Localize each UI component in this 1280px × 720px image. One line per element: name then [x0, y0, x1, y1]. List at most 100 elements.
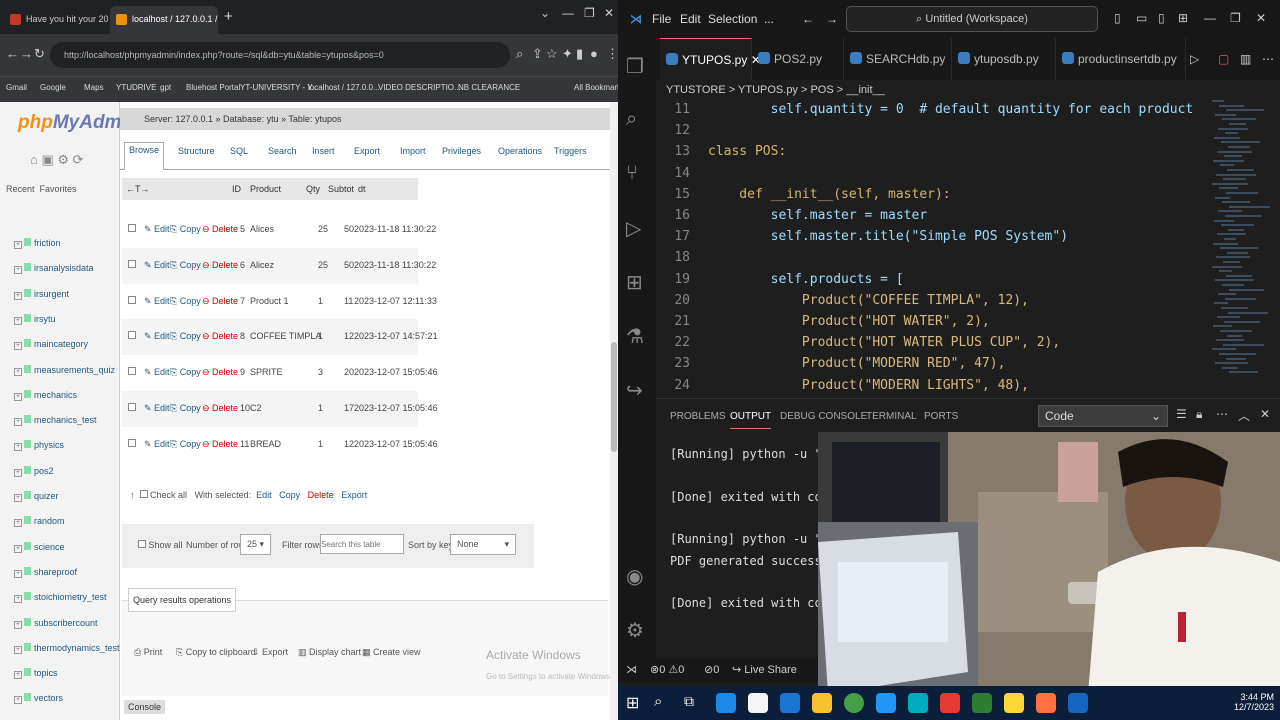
- panel-tab-debug-console[interactable]: DEBUG CONSOLE: [780, 411, 867, 422]
- app-icon[interactable]: [908, 693, 928, 713]
- tab-searchdb[interactable]: SEARCHdb.py: [844, 38, 952, 80]
- tab-ytupos[interactable]: YTUPOS.py ✕: [660, 38, 761, 80]
- close-icon[interactable]: ✕: [604, 6, 614, 20]
- sidebar-db-item[interactable]: + vectors: [14, 693, 63, 705]
- expand-icon[interactable]: +: [14, 595, 22, 604]
- col-dt[interactable]: dt: [358, 184, 366, 194]
- sidebar-db-item[interactable]: + science: [14, 541, 65, 553]
- expand-icon[interactable]: +: [14, 620, 22, 629]
- tab-operations[interactable]: Operations: [498, 146, 542, 156]
- chevron-down-icon[interactable]: ⌄: [540, 6, 550, 20]
- col-qty[interactable]: Qty: [306, 184, 320, 194]
- task-view-icon[interactable]: ⧉: [684, 693, 704, 713]
- page-scrollbar[interactable]: [610, 102, 618, 720]
- tab-export[interactable]: Export: [354, 146, 380, 156]
- col-product[interactable]: Product: [250, 184, 281, 194]
- panel-tab-problems[interactable]: PROBLEMS: [670, 411, 726, 422]
- row-copy-button[interactable]: ⎘ Copy: [170, 439, 201, 450]
- row-delete-button[interactable]: ⊖ Delete: [202, 439, 238, 450]
- col-id[interactable]: ID: [232, 184, 241, 194]
- row-edit-button[interactable]: ✎ Edit: [144, 367, 170, 378]
- row-copy-button[interactable]: ⎘ Copy: [170, 296, 201, 307]
- filter-list-icon[interactable]: ☰: [1176, 407, 1187, 421]
- expand-icon[interactable]: +: [14, 645, 22, 654]
- row-edit-button[interactable]: ✎ Edit: [144, 260, 170, 271]
- bookmark-nb-clearance[interactable]: NB CLEARANCE: [458, 83, 520, 92]
- row-edit-button[interactable]: ✎ Edit: [144, 224, 170, 235]
- bookmark-yt-university[interactable]: YT-UNIVERSITY - Y...: [240, 83, 318, 92]
- code-line[interactable]: class POS:: [708, 144, 786, 159]
- code-line[interactable]: Product("COFFEE TIMPLA", 12),: [708, 293, 1029, 308]
- expand-icon[interactable]: +: [14, 519, 22, 528]
- row-copy-button[interactable]: ⎘ Copy: [170, 331, 201, 342]
- store-icon[interactable]: [748, 693, 768, 713]
- sidebar-db-item[interactable]: + topics: [14, 668, 58, 680]
- bulk-copy-button[interactable]: Copy: [279, 490, 300, 500]
- row-checkbox[interactable]: [128, 331, 136, 340]
- row-delete-button[interactable]: ⊖ Delete: [202, 331, 238, 342]
- lock-icon[interactable]: 🔒︎: [1196, 407, 1202, 422]
- code-line[interactable]: self.master.title("Simple POS System"): [708, 229, 1068, 244]
- app-icon-2[interactable]: [940, 693, 960, 713]
- col-subtot[interactable]: Subtot: [328, 184, 354, 194]
- expand-icon[interactable]: +: [14, 241, 22, 249]
- code-line[interactable]: self.quantity = 0 # default quantity for…: [708, 102, 1194, 117]
- menu-more[interactable]: ...: [764, 12, 774, 26]
- sidebar-db-item[interactable]: + physics: [14, 440, 64, 452]
- row-checkbox[interactable]: [128, 224, 136, 232]
- search-icon[interactable]: ⌕: [654, 693, 674, 713]
- sidebar-db-item[interactable]: + friction: [14, 238, 61, 249]
- minimize-icon[interactable]: —: [1204, 11, 1216, 25]
- expand-icon[interactable]: +: [14, 696, 22, 705]
- code-line[interactable]: def __init__(self, master):: [708, 187, 950, 202]
- expand-icon[interactable]: +: [14, 367, 22, 376]
- file-explorer-icon[interactable]: [812, 693, 832, 713]
- tab-search[interactable]: Search: [268, 146, 297, 156]
- reload-icon[interactable]: ↻: [34, 46, 45, 62]
- app-icon-3[interactable]: [972, 693, 992, 713]
- zoom-icon[interactable]: ⌕: [516, 46, 523, 62]
- menu-selection[interactable]: Selection: [708, 12, 757, 26]
- create-view-button[interactable]: ▦ Create view: [362, 647, 421, 658]
- show-all-checkbox[interactable]: [138, 540, 146, 548]
- expand-icon[interactable]: +: [14, 418, 22, 427]
- star-icon[interactable]: ☆: [546, 46, 558, 62]
- edge-icon[interactable]: [716, 693, 736, 713]
- tab-privileges[interactable]: Privileges: [442, 146, 481, 156]
- tab-triggers[interactable]: Triggers: [554, 146, 587, 156]
- app-icon-5[interactable]: [1068, 693, 1088, 713]
- print-button[interactable]: ⎙ Print: [134, 647, 162, 658]
- menu-icon[interactable]: ⋮: [606, 46, 618, 62]
- console-button[interactable]: Console: [124, 700, 166, 714]
- row-edit-button[interactable]: ✎ Edit: [144, 439, 170, 450]
- sidebar-db-item[interactable]: + quizer: [14, 491, 59, 502]
- code-line[interactable]: Product("MODERN RED", 47),: [708, 356, 1006, 371]
- menu-file[interactable]: File: [652, 12, 671, 26]
- check-all-checkbox[interactable]: [139, 490, 148, 498]
- expand-icon[interactable]: +: [14, 494, 22, 502]
- expand-icon[interactable]: +: [14, 291, 22, 300]
- expand-icon[interactable]: +: [14, 392, 22, 401]
- back-icon[interactable]: ←: [6, 46, 19, 61]
- tab-ytuposdb[interactable]: ytuposdb.py: [952, 38, 1056, 80]
- sidebar-db-item[interactable]: + measurements_quiz: [14, 364, 115, 376]
- browser-tab-1[interactable]: Have you hit your 2023 goa: [4, 6, 108, 34]
- tab-insert[interactable]: Insert: [312, 146, 335, 156]
- ports-status[interactable]: ⊘0: [704, 663, 719, 676]
- query-results-operations-title[interactable]: Query results operations: [128, 588, 237, 612]
- bookmark-all[interactable]: All Bookmarks: [574, 83, 618, 92]
- row-delete-button[interactable]: ⊖ Delete: [202, 260, 238, 271]
- row-checkbox[interactable]: [128, 259, 136, 268]
- run-icon[interactable]: ▷: [1190, 52, 1199, 66]
- app-icon-4[interactable]: [1036, 693, 1056, 713]
- tab-favorites[interactable]: Favorites: [40, 184, 77, 194]
- panel-tab-terminal[interactable]: TERMINAL: [866, 411, 917, 422]
- expand-icon[interactable]: +: [14, 342, 22, 351]
- bookmark-bluehost[interactable]: Bluehost Portal: [186, 83, 240, 92]
- url-input[interactable]: http://localhost/phpmyadmin/index.php?ro…: [50, 42, 510, 68]
- expand-icon[interactable]: +: [14, 443, 22, 452]
- row-checkbox[interactable]: [128, 403, 136, 411]
- row-edit-button[interactable]: ✎ Edit: [144, 331, 170, 342]
- check-all-label[interactable]: Check all: [150, 490, 187, 500]
- testing-icon[interactable]: ⚗: [626, 324, 644, 349]
